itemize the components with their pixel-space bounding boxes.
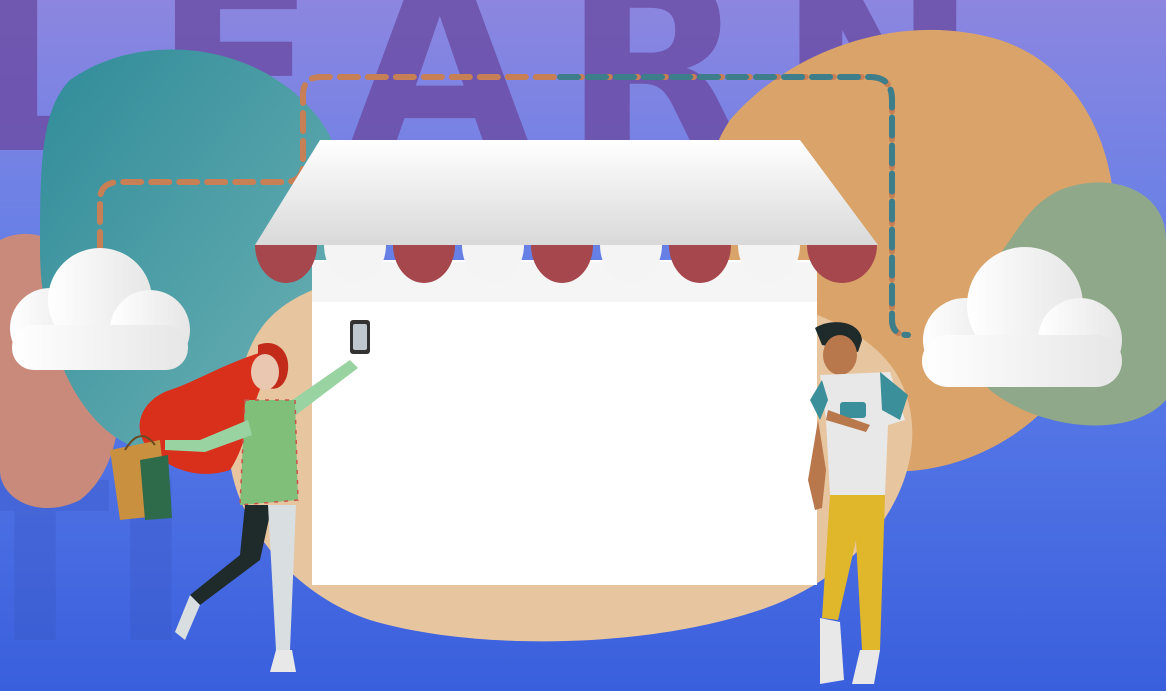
storefront: [312, 260, 817, 585]
smartphone-icon: [350, 320, 370, 354]
storefront-illustration: LEARN TI: [0, 0, 1166, 691]
awning: [255, 140, 878, 283]
